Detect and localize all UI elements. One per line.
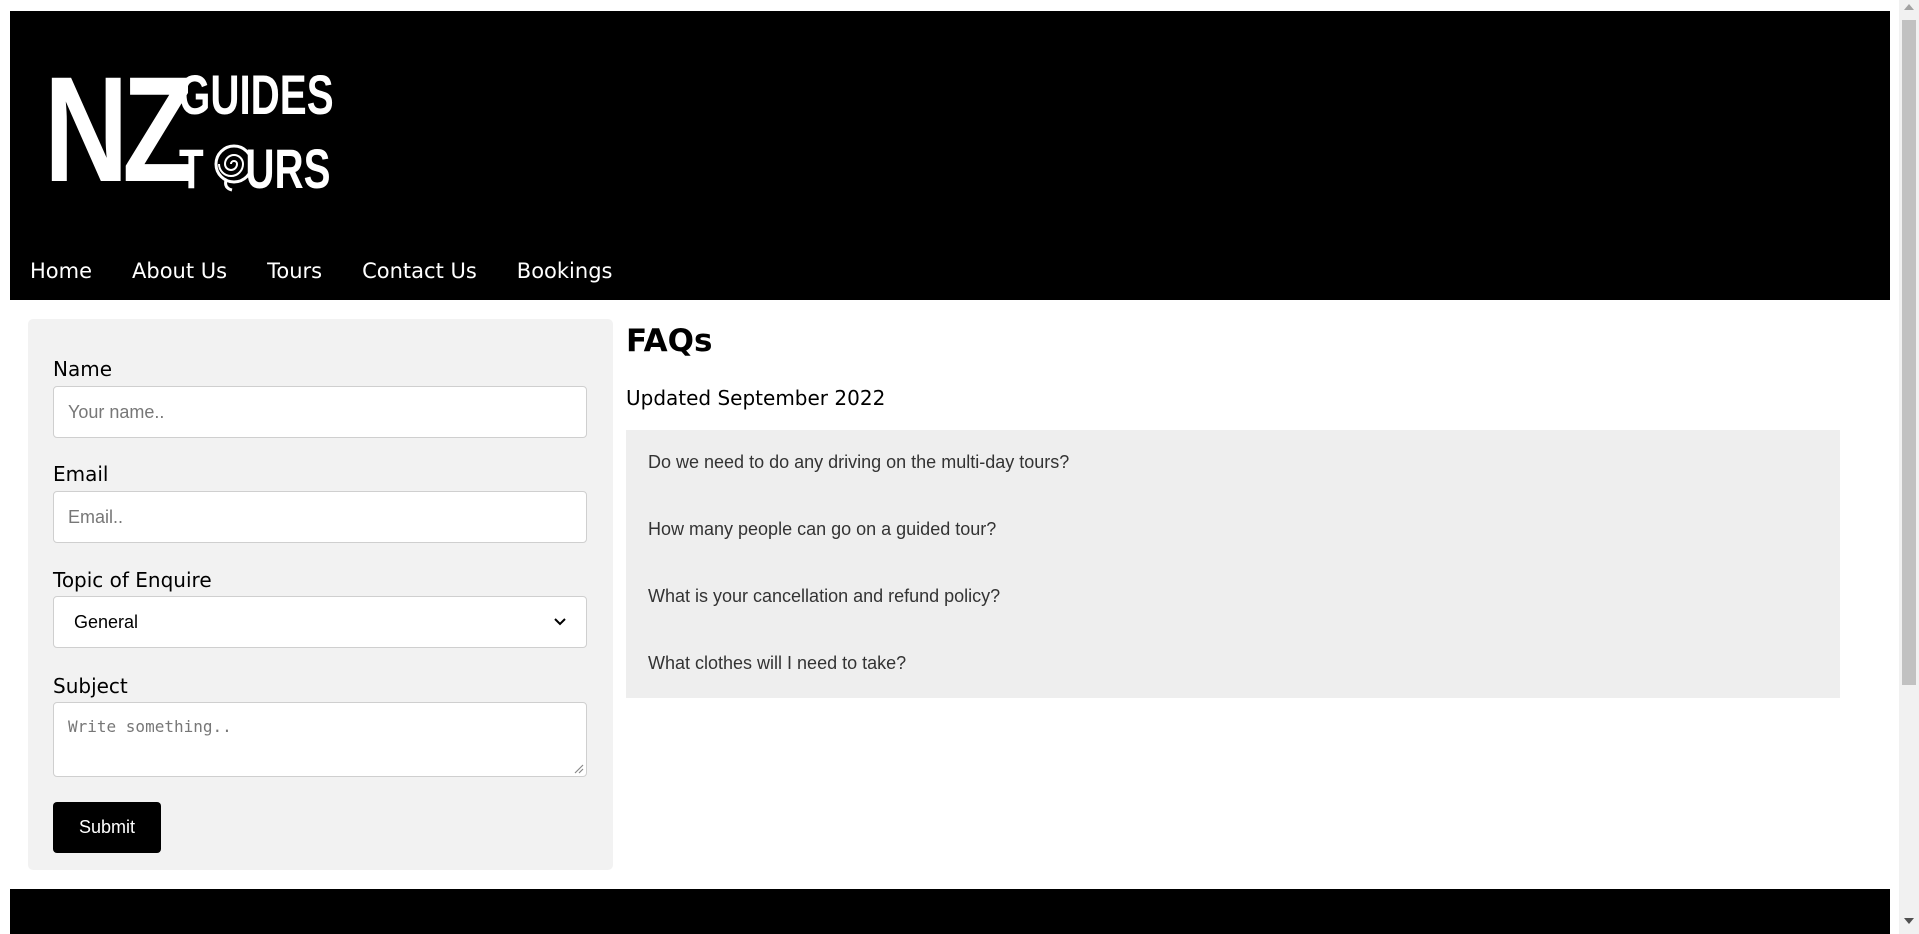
logo-guides: GUIDES xyxy=(179,63,334,126)
faq-updated: Updated September 2022 xyxy=(626,386,886,410)
scrollbar[interactable] xyxy=(1899,0,1919,934)
topic-select[interactable]: General xyxy=(53,596,587,648)
nav-tours[interactable]: Tours xyxy=(247,251,342,291)
chevron-down-icon xyxy=(554,618,566,626)
nav-about-us[interactable]: About Us xyxy=(112,251,247,291)
email-label: Email xyxy=(53,462,109,486)
site-logo[interactable]: NZ GUIDES T URS xyxy=(44,45,334,213)
faq-item[interactable]: Do we need to do any driving on the mult… xyxy=(648,452,1069,473)
topic-label: Topic of Enquire xyxy=(53,568,212,592)
faq-item[interactable]: How many people can go on a guided tour? xyxy=(648,519,996,540)
email-input[interactable] xyxy=(53,491,587,543)
scroll-down-icon[interactable] xyxy=(1904,918,1914,924)
contact-form: Name Email Topic of Enquire General Subj… xyxy=(28,319,613,870)
page: NZ GUIDES T URS Home About Us Tours Conta… xyxy=(10,11,1890,934)
faq-item[interactable]: What is your cancellation and refund pol… xyxy=(648,586,1000,607)
subject-textarea[interactable] xyxy=(53,702,587,777)
faq-title: FAQs xyxy=(626,323,713,359)
name-label: Name xyxy=(53,357,113,381)
scroll-up-icon[interactable] xyxy=(1904,4,1914,10)
faq-item[interactable]: What clothes will I need to take? xyxy=(648,653,906,674)
site-footer xyxy=(10,889,1890,934)
submit-button[interactable]: Submit xyxy=(53,802,161,853)
site-header: NZ GUIDES T URS Home About Us Tours Conta… xyxy=(10,11,1890,300)
nav-home[interactable]: Home xyxy=(10,251,112,291)
koru-spiral-icon xyxy=(214,144,254,192)
nav-contact-us[interactable]: Contact Us xyxy=(342,251,497,291)
nav-bookings[interactable]: Bookings xyxy=(497,251,633,291)
faq-list: Do we need to do any driving on the mult… xyxy=(626,430,1840,698)
name-input[interactable] xyxy=(53,386,587,438)
scrollbar-thumb[interactable] xyxy=(1902,20,1916,685)
logo-tours-urs: URS xyxy=(245,137,331,200)
logo-nz: NZ xyxy=(44,45,194,213)
topic-select-value: General xyxy=(74,611,139,632)
logo-tours-t: T xyxy=(179,137,204,200)
resize-grip-icon[interactable] xyxy=(573,763,584,774)
subject-label: Subject xyxy=(53,674,128,698)
main-nav: Home About Us Tours Contact Us Bookings xyxy=(10,251,632,291)
